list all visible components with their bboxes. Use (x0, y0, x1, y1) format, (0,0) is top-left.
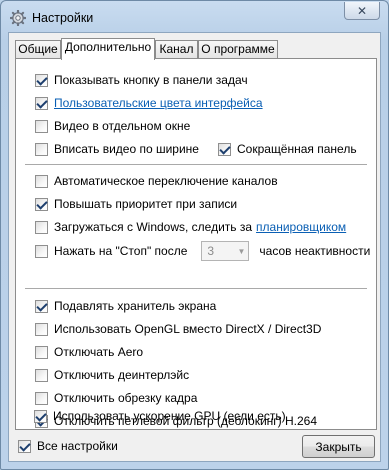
option-label: Повышать приоритет при записи (54, 197, 238, 211)
title-bar: Настройки ✕ (1, 1, 388, 33)
option-use-opengl[interactable]: Использовать OpenGL вместо DirectX / Dir… (35, 321, 321, 337)
option-fit-video-width[interactable]: Вписать видео по ширине (35, 141, 199, 157)
option-label: Подавлять хранитель экрана (54, 299, 217, 313)
option-video-separate-window[interactable]: Видео в отдельном окне (35, 118, 190, 134)
checkbox[interactable] (35, 299, 48, 313)
checkbox[interactable] (35, 244, 48, 258)
separator (25, 288, 367, 290)
tab-channel[interactable]: Канал (155, 40, 198, 59)
option-disable-deinterlace[interactable]: Отключить деинтерлэйс (35, 367, 189, 383)
option-label: Использовать OpenGL вместо DirectX / Dir… (54, 322, 322, 336)
tab-advanced[interactable]: Дополнительно (61, 38, 155, 60)
hours-dropdown[interactable]: 3 ▼ (201, 241, 250, 261)
window-close-button[interactable]: ✕ (344, 2, 380, 20)
option-custom-colors[interactable]: Пользовательские цвета интерфейса (35, 95, 263, 111)
gear-icon (10, 10, 26, 26)
checkbox[interactable] (35, 119, 48, 133)
option-label: Использовать ускорение GPU (если есть) (53, 409, 286, 423)
option-label: Вписать видео по ширине (54, 142, 199, 156)
checkbox[interactable] (35, 368, 48, 382)
checkbox[interactable] (35, 322, 48, 336)
option-label: Показывать кнопку в панели задач (54, 73, 248, 87)
option-label: Автоматическое переключение каналов (54, 174, 278, 188)
custom-colors-link[interactable]: Пользовательские цвета интерфейса (54, 96, 263, 110)
checkbox[interactable] (35, 96, 48, 110)
option-load-with-windows[interactable]: Загружаться с Windows, следить за планир… (35, 219, 346, 235)
settings-window: Настройки ✕ Общие Дополнительно Канал О … (0, 0, 389, 470)
option-label: Загружаться с Windows, следить за (54, 220, 253, 234)
window-title: Настройки (32, 11, 94, 25)
tab-about[interactable]: О программе (198, 40, 278, 59)
option-label: Видео в отдельном окне (54, 119, 191, 133)
close-icon: ✕ (356, 3, 368, 18)
advanced-panel: Показывать кнопку в панели задач Пользов… (15, 58, 377, 430)
option-label: Отключить деинтерлэйс (54, 368, 190, 382)
tab-general[interactable]: Общие (15, 40, 61, 59)
option-suppress-screensaver[interactable]: Подавлять хранитель экрана (35, 298, 216, 314)
chevron-down-icon: ▼ (237, 246, 246, 256)
option-label: Сокращённая панель (237, 142, 357, 156)
option-label: Отключать Aero (54, 345, 144, 359)
option-label: Все настройки (37, 439, 118, 453)
option-disable-aero[interactable]: Отключать Aero (35, 344, 143, 360)
option-compact-panel[interactable]: Сокращённая панель (218, 141, 357, 157)
checkbox[interactable] (34, 409, 47, 423)
checkbox[interactable] (35, 73, 48, 87)
option-label: Нажать на "Стоп" после (54, 244, 188, 258)
option-label: Отключить обрезку кадра (54, 391, 198, 405)
checkbox[interactable] (35, 197, 48, 211)
checkbox[interactable] (218, 142, 231, 156)
option-show-taskbar-button[interactable]: Показывать кнопку в панели задач (35, 72, 248, 88)
scheduler-link[interactable]: планировщиком (256, 220, 346, 234)
option-label: часов неактивности (259, 244, 371, 258)
checkbox[interactable] (35, 220, 48, 234)
separator (25, 164, 367, 166)
close-button[interactable]: Закрыть (302, 435, 375, 458)
option-raise-priority[interactable]: Повышать приоритет при записи (35, 196, 237, 212)
option-auto-switch-channels[interactable]: Автоматическое переключение каналов (35, 173, 278, 189)
option-stop-after[interactable]: Нажать на "Стоп" после 3 ▼ часов неактив… (35, 241, 370, 261)
option-use-gpu[interactable]: Использовать ускорение GPU (если есть) (34, 408, 286, 424)
checkbox[interactable] (35, 174, 48, 188)
option-all-settings[interactable]: Все настройки (18, 438, 118, 454)
checkbox[interactable] (35, 391, 48, 405)
hours-value: 3 (207, 244, 215, 258)
dialog-body: Общие Дополнительно Канал О программе По… (8, 32, 381, 462)
option-disable-crop[interactable]: Отключить обрезку кадра (35, 390, 197, 406)
checkbox[interactable] (35, 142, 48, 156)
checkbox[interactable] (35, 345, 48, 359)
checkbox[interactable] (18, 439, 31, 453)
